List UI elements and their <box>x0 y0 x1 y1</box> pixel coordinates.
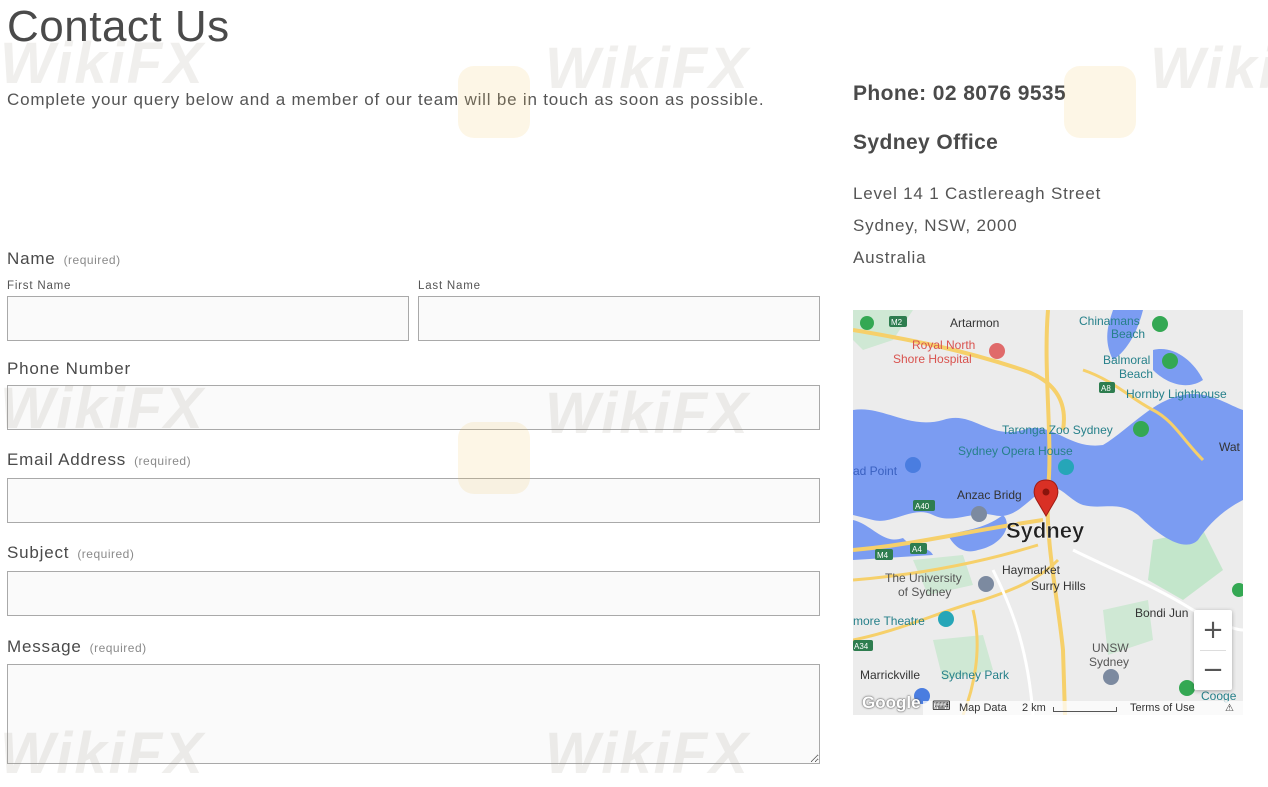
required-indicator: (required) <box>134 454 192 468</box>
map-label: Wat <box>1219 440 1241 454</box>
watermark-badge <box>458 422 530 494</box>
map-label: UNSW <box>1092 641 1129 655</box>
map[interactable]: M2 A8 A40 A4 M4 A34 Artarmon Chinamans B… <box>853 310 1243 715</box>
beach-icon[interactable] <box>1152 316 1168 332</box>
terms-of-use-link[interactable]: Terms of Use <box>1130 702 1195 714</box>
road-shield-label: A4 <box>912 545 922 554</box>
road-shield-label: A34 <box>854 642 869 651</box>
map-label: Sydney Opera House <box>958 444 1073 458</box>
address-line: Sydney, NSW, 2000 <box>853 216 1018 235</box>
last-name-label: Last Name <box>418 280 481 292</box>
first-name-label: First Name <box>7 280 72 292</box>
map-label: Chinamans <box>1079 314 1140 328</box>
map-label: Bondi Jun <box>1135 606 1188 620</box>
intro-text: Complete your query below and a member o… <box>7 90 765 109</box>
email-input[interactable] <box>7 478 820 523</box>
phone-label: Phone Number <box>7 359 131 378</box>
address-line: Level 14 1 Castlereagh Street <box>853 184 1102 203</box>
zoom-control: + − <box>1194 610 1232 690</box>
address-line: Australia <box>853 248 927 267</box>
map-footer: Google ⌨ Map Data 2 km Terms of Use ⚠ <box>853 693 1243 715</box>
email-label: Email Address (required) <box>7 450 191 470</box>
map-label: Marrickville <box>860 668 920 682</box>
subject-label: Subject (required) <box>7 543 134 563</box>
map-label: The University <box>885 571 962 585</box>
message-textarea[interactable] <box>7 664 820 764</box>
last-name-input[interactable] <box>418 296 820 341</box>
watermark-badge <box>458 66 530 138</box>
map-label: Haymarket <box>1002 563 1061 577</box>
beach-icon[interactable] <box>1162 353 1178 369</box>
email-label-text: Email Address <box>7 450 127 469</box>
map-label: Beach <box>1111 327 1145 341</box>
map-label: Hornby Lighthouse <box>1126 387 1227 401</box>
map-label: Taronga Zoo Sydney <box>1002 423 1113 437</box>
map-scale-bar <box>1053 707 1117 712</box>
required-indicator: (required) <box>89 641 147 655</box>
map-label: Sydney <box>1089 655 1129 669</box>
phone-number: Phone: 02 8076 9535 <box>853 82 1067 105</box>
map-canvas[interactable]: M2 A8 A40 A4 M4 A34 Artarmon Chinamans B… <box>853 310 1243 715</box>
map-label: Sydney Park <box>941 668 1010 682</box>
required-indicator: (required) <box>77 547 135 561</box>
road-shield-label: A8 <box>1101 384 1111 393</box>
phone-input[interactable] <box>7 385 820 430</box>
map-label: Beach <box>1119 367 1153 381</box>
subject-input[interactable] <box>7 571 820 616</box>
message-label: Message (required) <box>7 637 147 657</box>
google-logo[interactable]: Google <box>862 693 921 713</box>
map-label: Surry Hills <box>1031 579 1086 593</box>
keyboard-icon[interactable]: ⌨ <box>932 698 951 714</box>
map-label: Balmoral <box>1103 353 1150 367</box>
zoo-icon[interactable] <box>1133 421 1149 437</box>
map-label: more Theatre <box>853 614 925 628</box>
watermark: WikiFX <box>1150 36 1268 101</box>
map-label: ad Point <box>853 464 898 478</box>
message-label-text: Message <box>7 637 82 656</box>
map-label: Artarmon <box>950 316 999 330</box>
bridge-icon[interactable] <box>971 506 987 522</box>
office-title: Sydney Office <box>853 131 999 154</box>
map-pin-dot <box>1042 488 1050 496</box>
page-title: Contact Us <box>7 2 230 51</box>
map-label: Shore Hospital <box>893 352 972 366</box>
subject-label-text: Subject <box>7 543 70 562</box>
school-icon[interactable] <box>1103 669 1119 685</box>
map-data-link[interactable]: Map Data <box>959 702 1007 714</box>
map-label: Anzac Bridg <box>957 488 1022 502</box>
zoom-out-button[interactable]: − <box>1194 650 1232 690</box>
name-label-text: Name <box>7 249 56 268</box>
road-shield-label: M2 <box>891 318 903 327</box>
theatre-icon[interactable] <box>938 611 954 627</box>
map-city-label: Sydney <box>1006 518 1085 543</box>
park-icon[interactable] <box>860 316 874 330</box>
map-label: Royal North <box>912 338 975 352</box>
road-shield-label: A40 <box>915 502 930 511</box>
road-shield-label: M4 <box>877 551 889 560</box>
required-indicator: (required) <box>63 253 121 267</box>
report-icon[interactable]: ⚠ <box>1225 703 1234 714</box>
hospital-icon[interactable] <box>989 343 1005 359</box>
first-name-input[interactable] <box>7 296 409 341</box>
landmark-icon[interactable] <box>1058 459 1074 475</box>
name-label: Name (required) <box>7 249 121 269</box>
map-scale-label[interactable]: 2 km <box>1022 702 1046 714</box>
park-icon[interactable] <box>1179 680 1195 696</box>
watermark-badge <box>1064 66 1136 138</box>
attraction-icon[interactable] <box>905 457 921 473</box>
map-label: of Sydney <box>898 585 951 599</box>
school-icon[interactable] <box>978 576 994 592</box>
zoom-in-button[interactable]: + <box>1194 610 1232 650</box>
